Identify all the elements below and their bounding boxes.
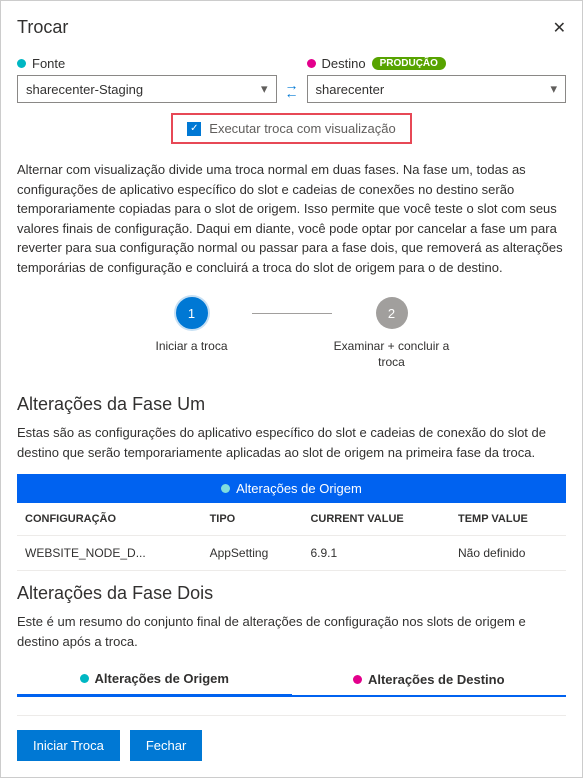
source-dot-icon [80, 674, 89, 683]
preview-highlight-box: ✓ Executar troca com visualização [171, 113, 411, 144]
destination-dot-icon [307, 59, 316, 68]
step-one[interactable]: 1 Iniciar a troca [132, 297, 252, 355]
phase1-table-header-text: Alterações de Origem [236, 481, 362, 496]
source-dot-icon [221, 484, 230, 493]
close-icon[interactable]: ✕ [553, 18, 566, 38]
destination-field: Destino PRODUÇÃO sharecenter ▾ [307, 56, 567, 103]
step-two-circle: 2 [376, 297, 408, 329]
source-field: Fonte sharecenter-Staging ▾ [17, 56, 277, 103]
description-text: Alternar com visualização divide uma tro… [17, 160, 566, 277]
col-config[interactable]: CONFIGURAÇÃO [17, 503, 202, 536]
tab-destination-changes[interactable]: Alterações de Destino [292, 663, 567, 695]
destination-dot-icon [353, 675, 362, 684]
source-label: Fonte [17, 56, 277, 71]
phase1-table-header: Alterações de Origem [17, 474, 566, 503]
start-swap-button[interactable]: Iniciar Troca [17, 730, 120, 761]
preview-row: ✓ Executar troca com visualização [17, 113, 566, 144]
step-one-circle: 1 [176, 297, 208, 329]
cell-temp: Não definido [450, 536, 566, 571]
swap-icon[interactable]: →← [285, 81, 299, 103]
dialog-title: Trocar [17, 17, 68, 38]
phase1-desc: Estas são as configurações do aplicativo… [17, 423, 566, 462]
step-one-label: Iniciar a troca [155, 339, 227, 355]
destination-label-text: Destino [322, 56, 366, 71]
chevron-down-icon: ▾ [550, 81, 557, 97]
phase2-desc: Este é um resumo do conjunto final de al… [17, 612, 566, 651]
cell-config: WEBSITE_NODE_D... [17, 536, 202, 571]
chevron-down-icon: ▾ [261, 81, 268, 97]
production-badge: PRODUÇÃO [372, 57, 446, 70]
dialog-header: Trocar ✕ [17, 17, 566, 38]
tab-source-label: Alterações de Origem [95, 671, 229, 686]
phase2-tabs: Alterações de Origem Alterações de Desti… [17, 663, 566, 697]
cell-current: 6.9.1 [302, 536, 450, 571]
table-row: WEBSITE_NODE_D... AppSetting 6.9.1 Não d… [17, 536, 566, 571]
destination-select[interactable]: sharecenter ▾ [307, 75, 567, 103]
tab-destination-label: Alterações de Destino [368, 672, 505, 687]
steps-indicator: 1 Iniciar a troca 2 Examinar + concluir … [17, 297, 566, 370]
table-header-row: CONFIGURAÇÃO TIPO CURRENT VALUE TEMP VAL… [17, 503, 566, 536]
dialog-footer: Iniciar Troca Fechar [17, 715, 566, 761]
step-two[interactable]: 2 Examinar + concluir a troca [332, 297, 452, 370]
col-type[interactable]: TIPO [202, 503, 303, 536]
source-value: sharecenter-Staging [26, 82, 143, 97]
step-two-label: Examinar + concluir a troca [332, 339, 452, 370]
phase1-title: Alterações da Fase Um [17, 394, 566, 415]
swap-dialog: Trocar ✕ Fonte sharecenter-Staging ▾ →← … [0, 0, 583, 778]
col-temp[interactable]: TEMP VALUE [450, 503, 566, 536]
cell-type: AppSetting [202, 536, 303, 571]
tab-source-changes[interactable]: Alterações de Origem [17, 663, 292, 697]
source-destination-row: Fonte sharecenter-Staging ▾ →← Destino P… [17, 56, 566, 103]
col-current[interactable]: CURRENT VALUE [302, 503, 450, 536]
preview-label: Executar troca com visualização [209, 121, 395, 136]
phase2-title: Alterações da Fase Dois [17, 583, 566, 604]
close-button[interactable]: Fechar [130, 730, 202, 761]
phase1-table: CONFIGURAÇÃO TIPO CURRENT VALUE TEMP VAL… [17, 503, 566, 571]
source-select[interactable]: sharecenter-Staging ▾ [17, 75, 277, 103]
source-label-text: Fonte [32, 56, 65, 71]
destination-label: Destino PRODUÇÃO [307, 56, 567, 71]
destination-value: sharecenter [316, 82, 385, 97]
preview-checkbox[interactable]: ✓ [187, 122, 201, 136]
step-connector [252, 313, 332, 314]
source-dot-icon [17, 59, 26, 68]
